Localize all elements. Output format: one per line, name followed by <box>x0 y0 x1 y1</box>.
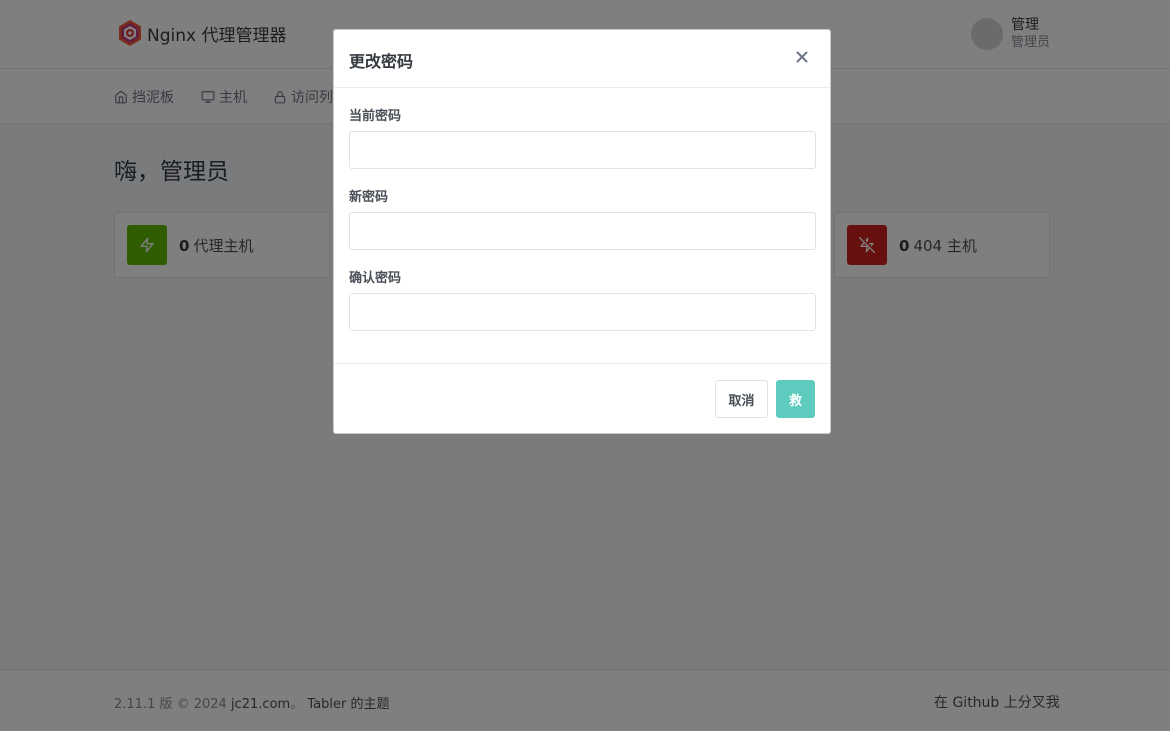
confirm-password-label: 确认密码 <box>349 271 402 286</box>
modal-header: 更改密码 <box>334 30 830 88</box>
modal-title: 更改密码 <box>349 52 414 71</box>
save-button[interactable]: 救 <box>776 380 815 418</box>
current-password-label: 当前密码 <box>349 109 402 124</box>
change-password-modal: 更改密码 当前密码 新密码 确认密码 取消 救 <box>333 29 831 434</box>
cancel-button[interactable]: 取消 <box>715 380 768 418</box>
current-password-input[interactable] <box>349 131 816 169</box>
modal-footer: 取消 救 <box>334 363 830 434</box>
confirm-password-input[interactable] <box>349 293 816 331</box>
new-password-input[interactable] <box>349 212 816 250</box>
close-icon[interactable] <box>792 47 812 67</box>
new-password-label: 新密码 <box>349 190 389 205</box>
